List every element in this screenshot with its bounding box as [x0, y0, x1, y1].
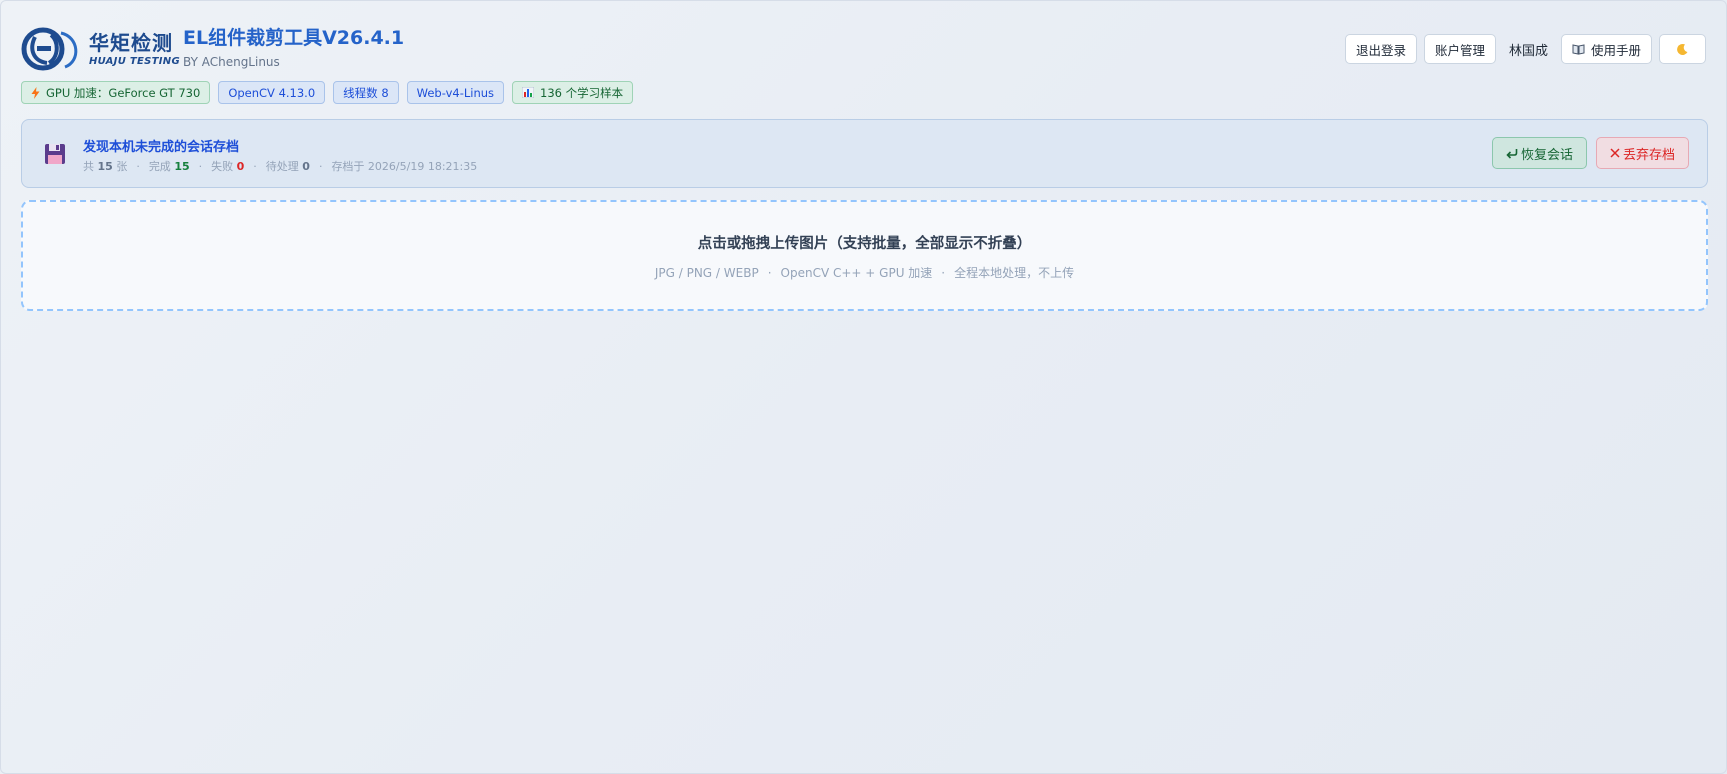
upload-privacy: 全程本地处理，不上传 [954, 266, 1075, 280]
gpu-status-tag: GPU 加速：GeForce GT 730 [21, 81, 211, 104]
restore-session-button[interactable]: 恢复会话 [1491, 137, 1587, 169]
upload-title: 点击或拖拽上传图片（支持批量，全部显示不折叠） [697, 236, 1032, 252]
saved-at-timestamp: 存档于 2026/5/19 18:21:35 [331, 160, 478, 173]
app-window: 华矩检测 HUAJU TESTING EL组件裁剪工具V26.4.1 BY AC… [0, 0, 1727, 774]
session-stats: 共 15 张 · 完成 15 · 失败 0 · 待处理 0 · 存档于 2026… [83, 159, 478, 174]
total-prefix: 共 [83, 160, 94, 173]
discard-archive-button[interactable]: 丢弃存档 [1595, 137, 1689, 169]
failed-count: 0 [236, 159, 245, 173]
total-count: 15 [97, 159, 113, 173]
learning-samples-label: 136 个学习样本 [540, 85, 624, 100]
current-user-name: 林国成 [1508, 43, 1548, 59]
pending-label: 待处理 [265, 160, 299, 173]
learning-samples-tag: 136 个学习样本 [512, 81, 634, 104]
failed-label: 失败 [211, 160, 234, 173]
header: 华矩检测 HUAJU TESTING EL组件裁剪工具V26.4.1 BY AC… [21, 21, 1706, 77]
app-subtitle: BY AChengLinus [183, 55, 280, 69]
opencv-version-tag: OpenCV 4.13.0 [218, 81, 326, 104]
theme-toggle-button[interactable] [1659, 34, 1706, 64]
upload-dropzone[interactable]: 点击或拖拽上传图片（支持批量，全部显示不折叠） JPG / PNG / WEBP… [21, 200, 1708, 311]
huaju-logo-icon [21, 27, 78, 71]
done-label: 完成 [148, 160, 171, 173]
user-manual-label: 使用手册 [1590, 43, 1641, 58]
upload-subtitle: JPG / PNG / WEBP · OpenCV C++ + GPU 加速 ·… [654, 265, 1075, 281]
session-archive-card: 发现本机未完成的会话存档 共 15 张 · 完成 15 · 失败 0 · 待处理… [21, 119, 1708, 188]
logout-button[interactable]: 退出登录 [1344, 34, 1417, 64]
logo-text-cn: 华矩检测 [89, 31, 173, 55]
upload-formats: JPG / PNG / WEBP [654, 265, 759, 280]
session-actions: 恢复会话 丢弃存档 [1491, 137, 1689, 169]
thread-count-tag: 线程数 8 [333, 81, 399, 104]
return-arrow-icon [1506, 148, 1518, 159]
lightning-icon [31, 86, 40, 99]
moon-icon [1677, 43, 1688, 55]
account-management-button[interactable]: 账户管理 [1423, 34, 1496, 64]
header-actions: 退出登录 账户管理 林国成 使用手册 [1344, 34, 1706, 64]
title-block: EL组件裁剪工具V26.4.1 BY AChengLinus [183, 23, 404, 69]
bar-chart-icon [522, 87, 535, 98]
session-title: 发现本机未完成的会话存档 [83, 140, 240, 155]
status-tags: GPU 加速：GeForce GT 730 OpenCV 4.13.0 线程数 … [21, 81, 634, 104]
close-icon [1610, 148, 1620, 158]
logo: 华矩检测 HUAJU TESTING [21, 25, 180, 71]
logo-text-en: HUAJU TESTING [89, 56, 180, 67]
user-manual-button[interactable]: 使用手册 [1560, 34, 1652, 64]
floppy-disk-icon [45, 144, 65, 164]
web-version-tag: Web-v4-Linus [406, 81, 505, 104]
total-suffix: 张 [116, 160, 128, 173]
restore-session-label: 恢复会话 [1520, 147, 1573, 163]
done-count: 15 [174, 159, 190, 173]
book-icon [1572, 43, 1585, 55]
pending-count: 0 [302, 159, 310, 173]
discard-archive-label: 丢弃存档 [1622, 147, 1675, 163]
upload-engine: OpenCV C++ + GPU 加速 [780, 266, 933, 280]
gpu-status-label: GPU 加速：GeForce GT 730 [46, 85, 201, 100]
app-title: EL组件裁剪工具V26.4.1 [183, 27, 405, 49]
